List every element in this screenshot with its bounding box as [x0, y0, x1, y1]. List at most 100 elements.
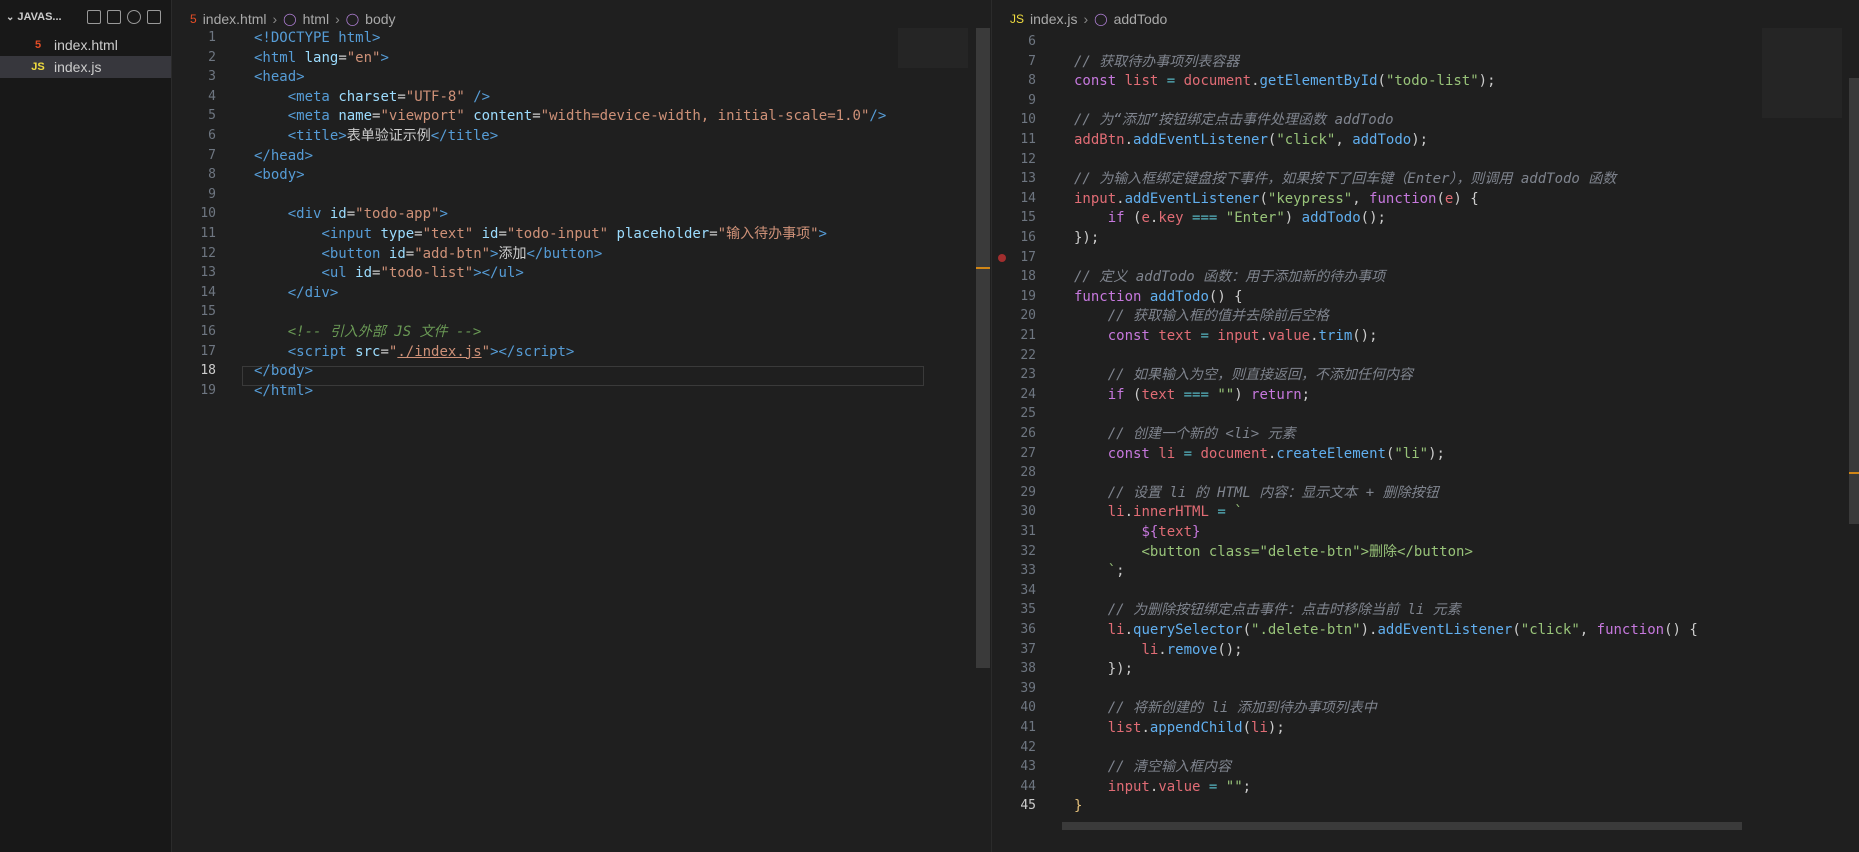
refresh-icon[interactable] [127, 10, 141, 24]
line-number[interactable]: 39 [992, 679, 1036, 699]
line-number[interactable]: 35 [992, 600, 1036, 620]
line-text[interactable] [1036, 463, 1074, 483]
line-text[interactable]: // 为“添加”按钮绑定点击事件处理函数 addTodo [1036, 110, 1394, 130]
code-line[interactable]: 34 [992, 581, 1074, 601]
code-line[interactable]: 23 // 如果输入为空，则直接返回，不添加任何内容 [992, 365, 1413, 385]
line-text[interactable]: }); [1036, 228, 1099, 248]
code-line[interactable]: 39 [992, 679, 1074, 699]
code-line[interactable]: 10 <div id="todo-app"> [172, 204, 448, 224]
code-line[interactable]: 45} [992, 796, 1082, 816]
line-text[interactable]: function addTodo() { [1036, 287, 1243, 307]
code-line[interactable]: 7// 获取待办事项列表容器 [992, 52, 1239, 72]
code-line[interactable]: 19 function addTodo() { [992, 287, 1243, 307]
line-text[interactable]: <meta name="viewport" content="width=dev… [216, 106, 887, 126]
line-number[interactable]: 25 [992, 404, 1036, 424]
line-number[interactable]: 24 [992, 385, 1036, 405]
line-number[interactable]: 29 [992, 483, 1036, 503]
new-folder-icon[interactable] [107, 10, 121, 24]
line-text[interactable]: ${text} [1036, 522, 1200, 542]
code-line[interactable]: 27 const li = document.createElement("li… [992, 444, 1445, 464]
line-number[interactable]: 28 [992, 463, 1036, 483]
horizontal-scrollbar[interactable] [1062, 822, 1742, 830]
line-number[interactable]: 34 [992, 581, 1036, 601]
line-number[interactable]: 41 [992, 718, 1036, 738]
file-index-html[interactable]: 5 index.html [0, 34, 171, 56]
line-number[interactable]: 13 [172, 263, 216, 283]
code-line[interactable]: 13// 为输入框绑定键盘按下事件，如果按下了回车键（Enter），则调用 ad… [992, 169, 1616, 189]
code-line[interactable]: 19 </html> [172, 381, 313, 401]
new-file-icon[interactable] [87, 10, 101, 24]
collapse-all-icon[interactable] [147, 10, 161, 24]
line-text[interactable]: }); [1036, 659, 1133, 679]
line-text[interactable]: // 创建一个新的 <li> 元素 [1036, 424, 1296, 444]
code-line[interactable]: 22 [992, 346, 1074, 366]
line-number[interactable]: 20 [992, 306, 1036, 326]
code-line[interactable]: 18 </body> [172, 361, 313, 381]
line-number[interactable]: 1 [172, 28, 216, 48]
code-line[interactable]: 1 <!DOCTYPE html> [172, 28, 380, 48]
line-number[interactable]: 16 [992, 228, 1036, 248]
code-line[interactable]: 44 input.value = ""; [992, 777, 1251, 797]
line-text[interactable]: <head> [216, 67, 305, 87]
line-number[interactable]: 3 [172, 67, 216, 87]
line-text[interactable]: // 获取待办事项列表容器 [1036, 52, 1239, 72]
line-number[interactable]: 16 [172, 322, 216, 342]
line-text[interactable]: </html> [216, 381, 313, 401]
line-number[interactable]: 36 [992, 620, 1036, 640]
line-text[interactable] [1036, 679, 1074, 699]
line-number[interactable]: 38 [992, 659, 1036, 679]
vertical-scrollbar[interactable] [976, 28, 990, 668]
line-text[interactable] [1036, 404, 1074, 424]
line-number[interactable]: 19 [172, 381, 216, 401]
minimap[interactable] [898, 28, 968, 68]
line-number[interactable]: 13 [992, 169, 1036, 189]
line-text[interactable]: li.innerHTML = ` [1036, 502, 1243, 522]
line-text[interactable] [216, 302, 254, 322]
line-text[interactable]: input.addEventListener("keypress", funct… [1036, 189, 1479, 209]
line-text[interactable]: `; [1036, 561, 1125, 581]
line-text[interactable]: <body> [216, 165, 305, 185]
breadcrumb-body[interactable]: body [365, 11, 395, 27]
line-number[interactable]: 8 [172, 165, 216, 185]
line-text[interactable]: // 为删除按钮绑定点击事件：点击时移除当前 li 元素 [1036, 600, 1461, 620]
code-line[interactable]: 11 <input type="text" id="todo-input" pl… [172, 224, 827, 244]
code-line[interactable]: 31 ${text} [992, 522, 1200, 542]
line-number[interactable]: 22 [992, 346, 1036, 366]
line-text[interactable]: <button id="add-btn">添加</button> [216, 244, 602, 264]
code-line[interactable]: 8 <body> [172, 165, 305, 185]
line-number[interactable]: 8 [992, 71, 1036, 91]
code-line[interactable]: 37 li.remove(); [992, 640, 1242, 660]
code-line[interactable]: 14 input.addEventListener("keypress", fun… [992, 189, 1479, 209]
line-text[interactable]: </body> [216, 361, 313, 381]
line-text[interactable]: <meta charset="UTF-8" /> [216, 87, 490, 107]
code-line[interactable]: 40 // 将新创建的 li 添加到待办事项列表中 [992, 698, 1376, 718]
line-number[interactable]: 43 [992, 757, 1036, 777]
line-text[interactable] [1036, 738, 1074, 758]
line-text[interactable]: const li = document.createElement("li"); [1036, 444, 1445, 464]
code-line[interactable]: 18// 定义 addTodo 函数：用于添加新的待办事项 [992, 267, 1385, 287]
code-line[interactable]: 33 `; [992, 561, 1125, 581]
code-line[interactable]: 42 [992, 738, 1074, 758]
line-text[interactable]: <script src="./index.js"></script> [216, 342, 575, 362]
line-text[interactable]: <button class="delete-btn">删除</button> [1036, 542, 1472, 562]
code-line[interactable]: 41 list.appendChild(li); [992, 718, 1284, 738]
line-number[interactable]: 10 [992, 110, 1036, 130]
line-number[interactable]: 19 [992, 287, 1036, 307]
code-line[interactable]: 14 </div> [172, 283, 338, 303]
line-number[interactable]: 4 [172, 87, 216, 107]
code-line[interactable]: 7 </head> [172, 146, 313, 166]
line-text[interactable] [1036, 91, 1074, 111]
line-text[interactable]: <div id="todo-app"> [216, 204, 448, 224]
line-number[interactable]: 14 [992, 189, 1036, 209]
code-line[interactable]: 28 [992, 463, 1074, 483]
code-line[interactable]: 43 // 清空输入框内容 [992, 757, 1231, 777]
line-number[interactable]: 12 [992, 150, 1036, 170]
chevron-down-icon[interactable]: ⌄ [6, 12, 14, 23]
code-line[interactable]: 15 [172, 302, 254, 322]
line-text[interactable]: // 设置 li 的 HTML 内容：显示文本 + 删除按钮 [1036, 483, 1439, 503]
line-number[interactable]: 6 [172, 126, 216, 146]
line-text[interactable] [1036, 581, 1074, 601]
line-number[interactable]: 26 [992, 424, 1036, 444]
line-number[interactable]: 21 [992, 326, 1036, 346]
line-text[interactable]: // 清空输入框内容 [1036, 757, 1231, 777]
